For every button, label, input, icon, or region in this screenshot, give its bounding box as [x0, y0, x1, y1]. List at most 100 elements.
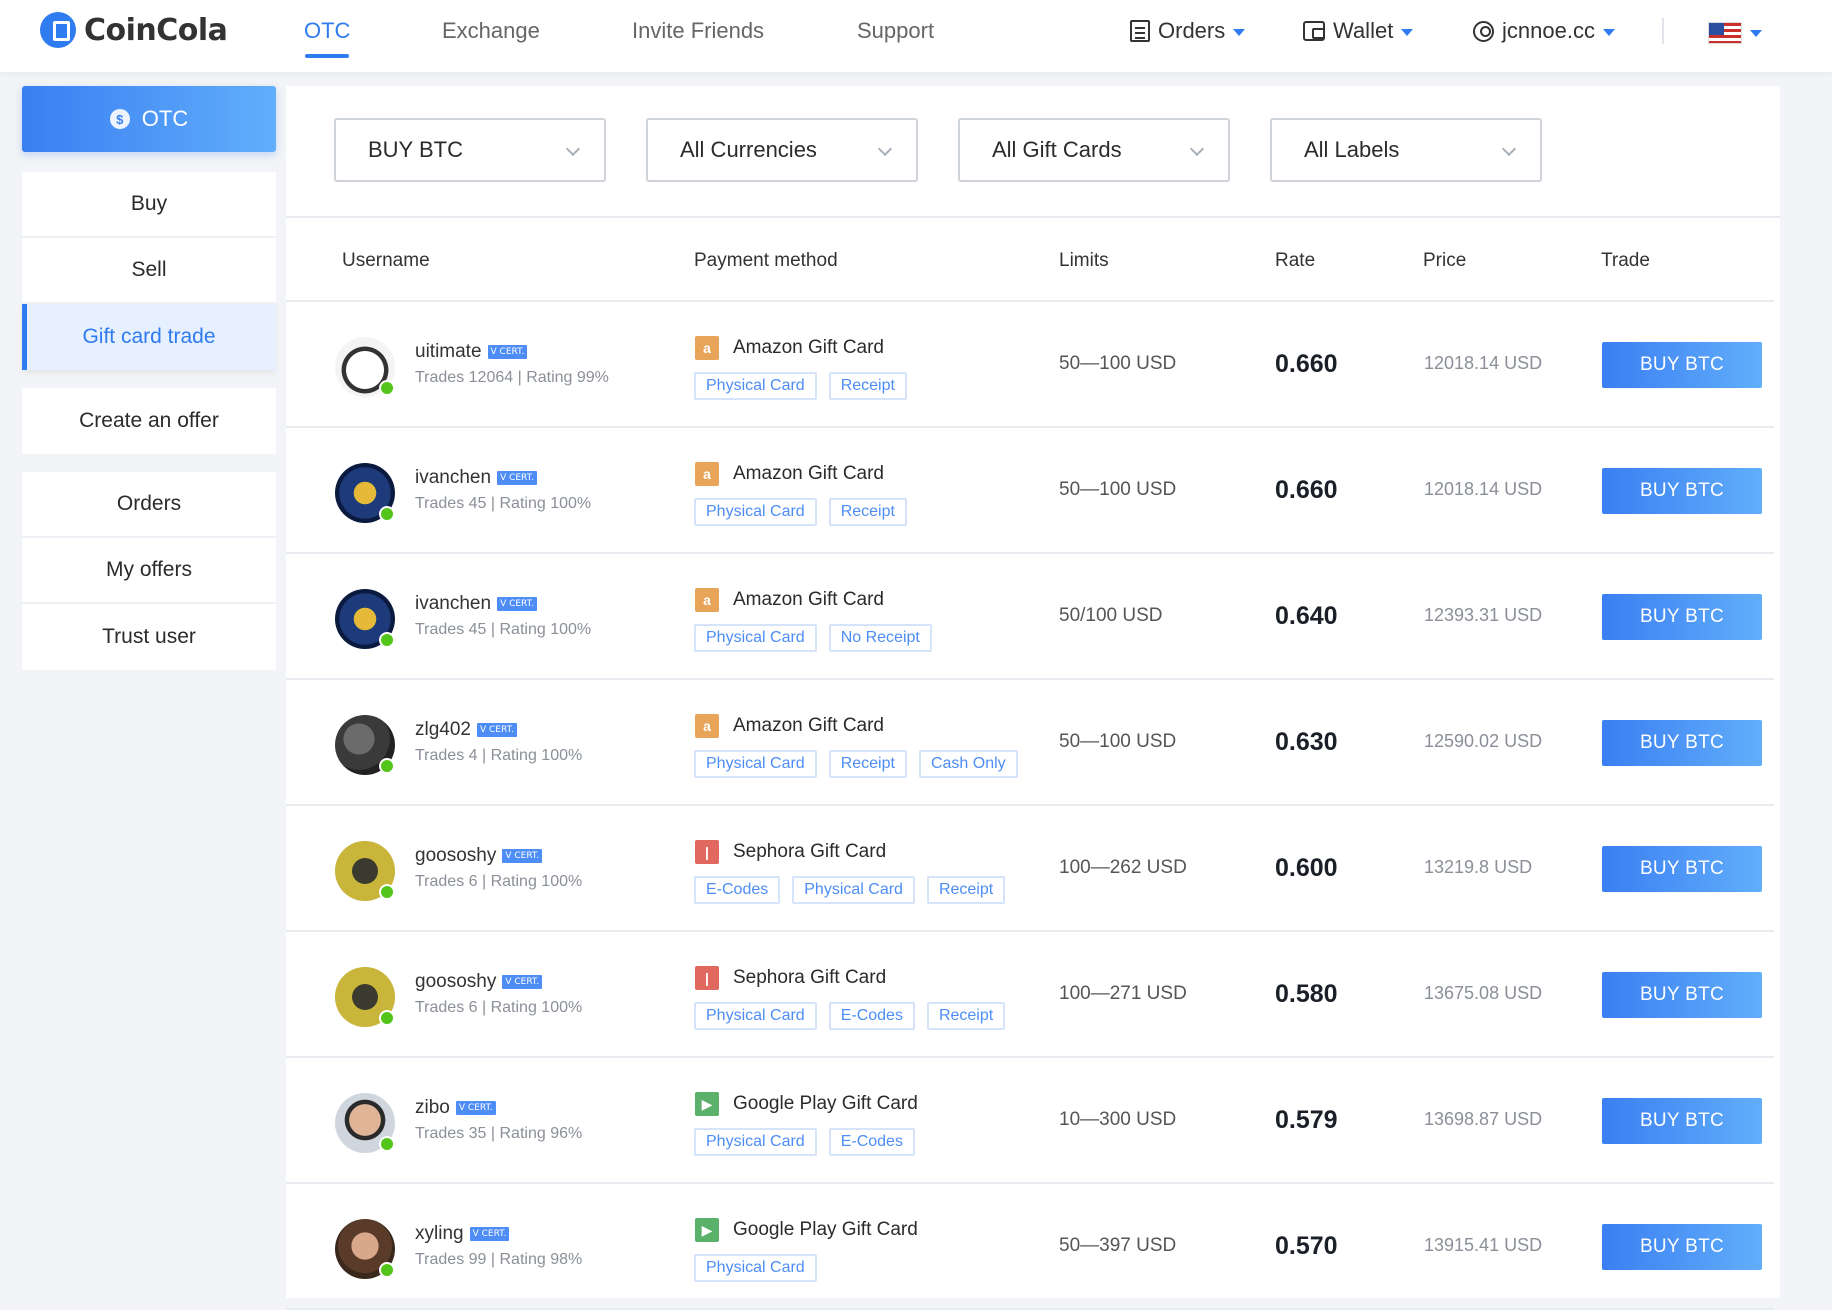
document-icon: [1130, 20, 1150, 42]
seller-stats: Trades 6 | Rating 100%: [415, 999, 583, 1016]
sidebar-item-gift-card-trade[interactable]: Gift card trade: [22, 304, 276, 370]
trade-type-select[interactable]: BUY BTC: [334, 118, 606, 182]
currency-value: All Currencies: [680, 137, 817, 162]
payment-tags: Physical Card E-Codes Receipt: [694, 1002, 1006, 1030]
column-username: Username: [342, 250, 430, 271]
gift-card-value: All Gift Cards: [992, 137, 1122, 162]
offers-panel: BUY BTC All Currencies All Gift Cards Al…: [286, 86, 1780, 1310]
buy-btc-button[interactable]: BUY BTC: [1602, 342, 1762, 388]
payment-tags: Physical Card No Receipt: [694, 624, 932, 652]
sidebar-item-buy[interactable]: Buy: [22, 172, 276, 238]
user-icon: [1473, 20, 1494, 42]
verified-cert-badge: V CERT.: [477, 723, 517, 737]
exchange-rate: 0.660: [1275, 476, 1338, 504]
verified-cert-badge: V CERT.: [469, 1227, 510, 1241]
gift-card-name: Google Play Gift Card: [733, 1093, 918, 1114]
exchange-rate: 0.640: [1275, 602, 1338, 630]
table-row: zibo V CERT. Trades 35 | Rating 96% ▶ Go…: [286, 1058, 1774, 1184]
username-text: goososhy: [415, 845, 497, 866]
seller-username[interactable]: zibo V CERT.: [415, 1097, 496, 1119]
buy-btc-button[interactable]: BUY BTC: [1602, 1224, 1762, 1270]
seller-username[interactable]: uitimate V CERT.: [415, 341, 528, 363]
sidebar-item-trust-user[interactable]: Trust user: [22, 604, 276, 670]
payment-tag: Receipt: [828, 750, 907, 778]
username-text: xyling: [415, 1223, 464, 1244]
trade-limits: 100—271 USD: [1059, 983, 1187, 1004]
us-flag-icon[interactable]: [1708, 22, 1742, 44]
payment-tag: Physical Card: [694, 1128, 817, 1156]
orders-menu[interactable]: Orders: [1130, 18, 1246, 44]
btc-price: 12018.14 USD: [1424, 479, 1543, 499]
trade-limits: 50—397 USD: [1059, 1235, 1177, 1256]
chevron-down-icon: [1233, 28, 1246, 36]
logo-text: CoinCola: [84, 12, 228, 48]
payment-tag: Physical Card: [694, 1254, 817, 1282]
buy-btc-button[interactable]: BUY BTC: [1602, 846, 1762, 892]
nav-exchange[interactable]: Exchange: [442, 18, 540, 44]
online-status-dot: [379, 1262, 395, 1278]
orders-menu-label: Orders: [1158, 18, 1226, 43]
sidebar-item-orders[interactable]: Orders: [22, 472, 276, 538]
amazon-icon: a: [695, 588, 719, 612]
table-row: xyling V CERT. Trades 99 | Rating 98% ▶ …: [286, 1184, 1774, 1310]
buy-btc-button[interactable]: BUY BTC: [1602, 468, 1762, 514]
coincola-logo-icon: [40, 12, 76, 48]
sephora-icon: |: [695, 966, 719, 990]
wallet-menu[interactable]: Wallet: [1303, 18, 1414, 44]
sidebar-item-create-offer[interactable]: Create an offer: [22, 388, 276, 454]
language-chevron-down-icon[interactable]: [1750, 30, 1762, 37]
seller-username[interactable]: ivanchen V CERT.: [415, 593, 537, 615]
seller-username[interactable]: ivanchen V CERT.: [415, 467, 537, 489]
sidebar-item-my-offers[interactable]: My offers: [22, 538, 276, 604]
payment-tag: E-Codes: [694, 876, 781, 904]
chevron-down-icon: [877, 141, 893, 157]
gift-card-select[interactable]: All Gift Cards: [958, 118, 1230, 182]
nav-otc[interactable]: OTC: [304, 18, 350, 44]
nav-invite-friends[interactable]: Invite Friends: [632, 18, 764, 44]
buy-btc-button[interactable]: BUY BTC: [1602, 972, 1762, 1018]
buy-btc-button[interactable]: BUY BTC: [1602, 1098, 1762, 1144]
payment-tag: No Receipt: [828, 624, 932, 652]
username-text: uitimate: [415, 341, 482, 362]
username-text: ivanchen: [415, 467, 492, 488]
payment-tag: Physical Card: [694, 624, 817, 652]
trade-limits: 50—100 USD: [1059, 479, 1177, 500]
payment-tags: Physical Card Receipt: [694, 372, 907, 400]
seller-username[interactable]: goososhy V CERT.: [415, 845, 543, 867]
verified-cert-badge: V CERT.: [502, 849, 543, 863]
seller-stats: Trades 12064 | Rating 99%: [415, 369, 609, 386]
nav-support[interactable]: Support: [857, 18, 934, 44]
gift-card-name: Amazon Gift Card: [733, 715, 884, 736]
column-rate: Rate: [1275, 250, 1316, 271]
coincola-logo[interactable]: CoinCola: [40, 12, 228, 48]
table-row: goososhy V CERT. Trades 6 | Rating 100% …: [286, 932, 1774, 1058]
verified-cert-badge: V CERT.: [497, 597, 537, 611]
trade-limits: 50—100 USD: [1059, 353, 1177, 374]
btc-price: 13219.8 USD: [1424, 857, 1533, 877]
seller-username[interactable]: goososhy V CERT.: [415, 971, 543, 993]
exchange-rate: 0.600: [1275, 854, 1338, 882]
currency-select[interactable]: All Currencies: [646, 118, 918, 182]
buy-btc-button[interactable]: BUY BTC: [1602, 720, 1762, 766]
verified-cert-badge: V CERT.: [497, 471, 537, 485]
online-status-dot: [379, 884, 395, 900]
user-menu[interactable]: jcnnoe.cc: [1473, 18, 1615, 44]
gift-card-name: Amazon Gift Card: [733, 589, 884, 610]
sidebar-offer-group: Create an offer: [22, 388, 276, 454]
payment-tags: Physical Card E-Codes: [694, 1128, 915, 1156]
column-payment-method: Payment method: [694, 250, 838, 271]
sidebar-otc-header[interactable]: $ OTC: [22, 86, 276, 152]
online-status-dot: [379, 380, 395, 396]
buy-btc-button[interactable]: BUY BTC: [1602, 594, 1762, 640]
column-price: Price: [1423, 250, 1467, 271]
username-label: jcnnoe.cc: [1502, 18, 1595, 43]
seller-username[interactable]: zlg402 V CERT.: [415, 719, 517, 741]
google-play-icon: ▶: [695, 1092, 719, 1116]
amazon-icon: a: [695, 714, 719, 738]
column-trade: Trade: [1601, 250, 1650, 271]
labels-select[interactable]: All Labels: [1270, 118, 1542, 182]
seller-username[interactable]: xyling V CERT.: [415, 1223, 510, 1245]
payment-tag: Physical Card: [694, 1002, 817, 1030]
sidebar-item-sell[interactable]: Sell: [22, 238, 276, 304]
online-status-dot: [379, 1136, 395, 1152]
